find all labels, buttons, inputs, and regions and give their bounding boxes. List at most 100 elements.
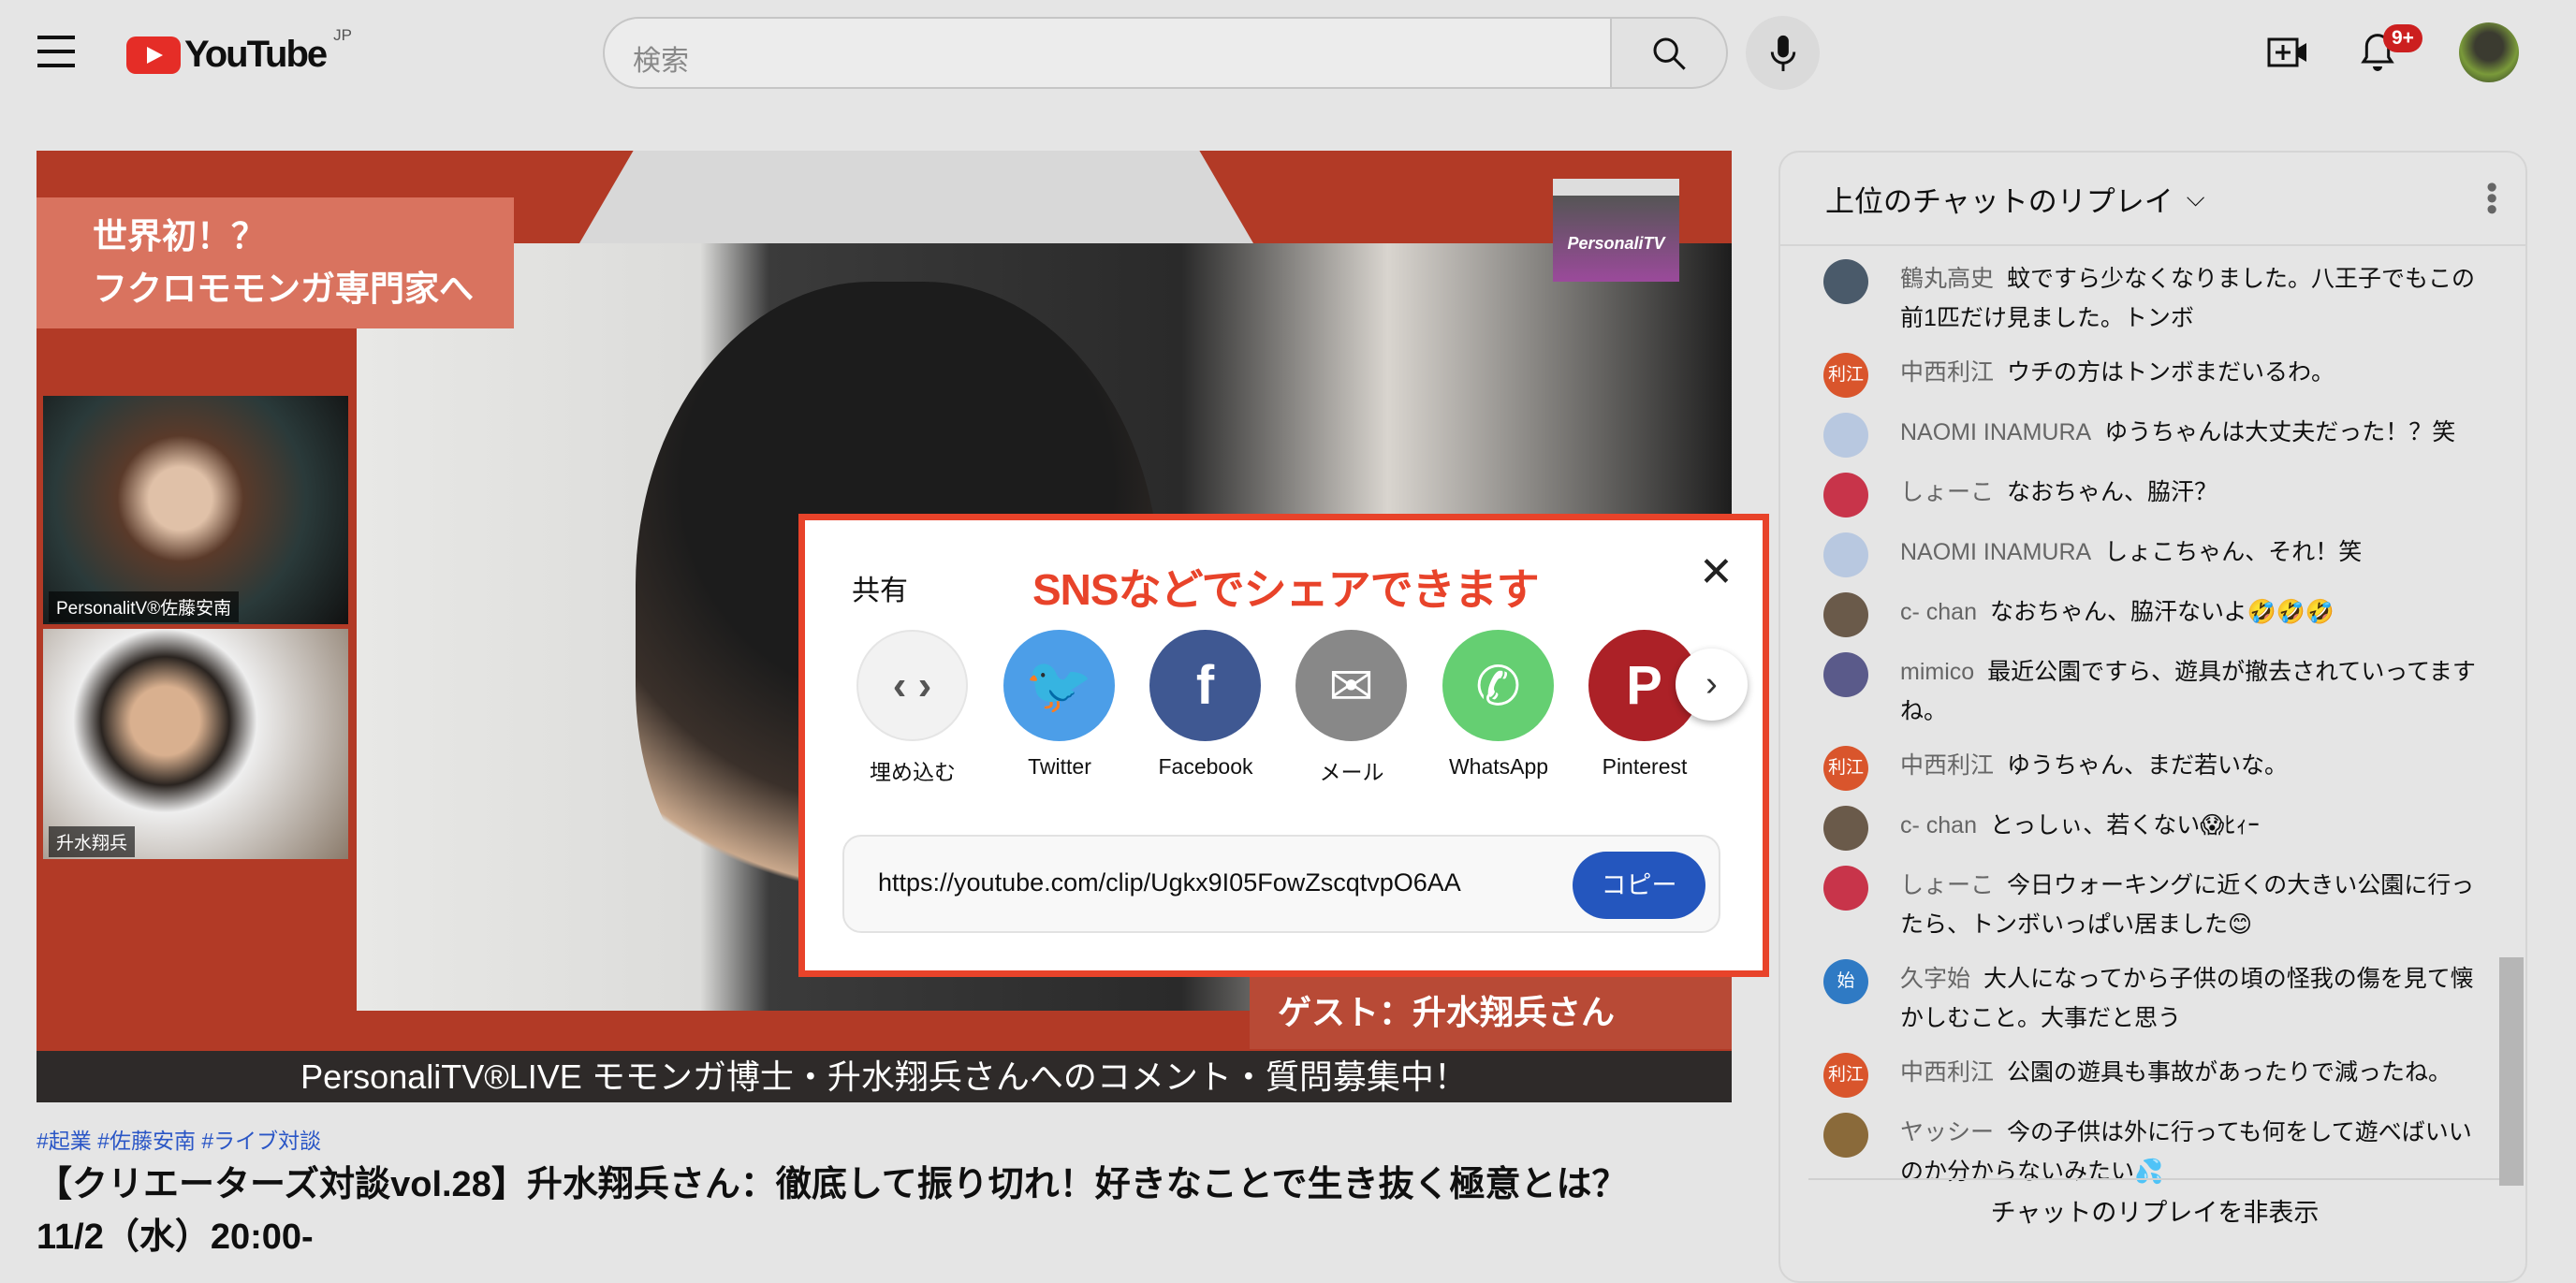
share-target-label[interactable]: Pinterest <box>1570 754 1720 780</box>
search-icon <box>1653 37 1686 70</box>
share-target-label[interactable]: メール <box>1277 754 1427 786</box>
author-name[interactable]: 中西利江 <box>1900 359 1994 386</box>
author-avatar[interactable]: 利江 <box>1823 746 1868 791</box>
channel-logo: PersonaliTV <box>1553 179 1679 282</box>
notification-badge: 9+ <box>2383 24 2422 52</box>
share-url-field[interactable]: https://youtube.com/clip/Ugkx9I05FowZscq… <box>842 835 1720 933</box>
video-background-shape <box>579 151 1253 243</box>
more-options-icon[interactable]: ••• <box>2474 182 2510 215</box>
author-name[interactable]: 中西利江 <box>1900 1059 1994 1086</box>
youtube-logo[interactable]: YouTube JP <box>126 26 352 76</box>
hide-chat-replay-button[interactable]: チャットのリプレイを非表示 <box>1808 1178 2501 1244</box>
chat-message-list: 鶴丸高史 蚊ですら少なくなりました。八王子でもこの前1匹だけ見ました。トンボ 利江中… <box>1780 248 2497 1199</box>
chat-scrollbar[interactable] <box>2499 957 2524 1186</box>
guest-caption: ゲスト：升水翔兵さん <box>1250 974 1732 1049</box>
annotation-text: SNSなどでシェアできます <box>1032 565 1540 614</box>
chevron-right-icon[interactable]: › <box>1676 649 1748 721</box>
facebook-icon[interactable]: f <box>1149 630 1261 741</box>
camera-label: PersonalitV®佐藤安南 <box>49 591 240 622</box>
share-url-text[interactable]: https://youtube.com/clip/Ugkx9I05FowZscq… <box>878 868 1477 897</box>
author-name[interactable]: mimico <box>1900 659 1974 685</box>
author-name[interactable]: c- chan <box>1900 599 1977 625</box>
message-text: なおちゃん、脇汗ないよ🤣🤣🤣 <box>1989 599 2334 625</box>
author-avatar[interactable]: 利江 <box>1823 1053 1868 1098</box>
author-avatar[interactable] <box>1823 592 1868 637</box>
author-name[interactable]: c- chan <box>1900 812 1977 838</box>
chat-replay-panel: 上位のチャットのリプレイ ⌵ ••• 鶴丸高史 蚊ですら少なくなりました。八王子で… <box>1778 151 2527 1283</box>
author-name[interactable]: NAOMI INAMURA <box>1900 419 2091 445</box>
author-avatar[interactable] <box>1823 866 1868 911</box>
overlay-title-line2: フクロモモンガ専門家へ <box>93 270 474 308</box>
chat-message: 鶴丸高史 蚊ですら少なくなりました。八王子でもこの前1匹だけ見ました。トンボ <box>1780 252 2497 345</box>
whatsapp-icon[interactable]: ✆ <box>1442 630 1554 741</box>
overlay-title-line1: 世界初！？ <box>93 217 266 255</box>
message-text: 大人になってから子供の頃の怪我の傷を見て懐かしむこと。大事だと思う <box>1900 966 2474 1031</box>
account-avatar[interactable] <box>2459 22 2519 82</box>
message-text: なおちゃん、脇汗？ <box>2007 479 2218 505</box>
author-name[interactable]: しょーこ <box>1900 479 1994 505</box>
message-text: しょこちゃん、それ！笑 <box>2104 539 2363 565</box>
chat-message: 利江 中西利江 ウチの方はトンボまだいるわ。 <box>1780 345 2497 405</box>
close-icon[interactable]: ✕ <box>1699 548 1734 596</box>
camera-feed-host: PersonalitV®佐藤安南 <box>43 396 348 624</box>
author-name[interactable]: NAOMI INAMURA <box>1900 539 2091 565</box>
chat-message: c- chan とっしぃ、若くない😱ﾋｨｰ <box>1780 798 2497 858</box>
chat-message: しょーこ なおちゃん、脇汗？ <box>1780 465 2497 525</box>
logo-text: YouTube <box>184 34 328 75</box>
chat-message: c- chan なおちゃん、脇汗ないよ🤣🤣🤣 <box>1780 585 2497 645</box>
author-avatar[interactable] <box>1823 1113 1868 1158</box>
create-video-button[interactable] <box>2267 36 2310 69</box>
author-avatar[interactable] <box>1823 652 1868 697</box>
author-avatar[interactable] <box>1823 532 1868 577</box>
copy-button[interactable]: コピー <box>1573 852 1705 919</box>
chevron-down-icon[interactable]: ⌵ <box>2187 183 2205 213</box>
share-title: 共有 <box>852 576 908 606</box>
hashtags[interactable]: #起業 #佐藤安南 #ライブ対談 <box>37 1123 321 1155</box>
chat-message: mimico 最近公園ですら、遊具が撤去されていってますね。 <box>1780 645 2497 738</box>
author-name[interactable]: しょーこ <box>1900 872 1994 898</box>
video-plus-icon <box>2267 37 2306 67</box>
author-name[interactable]: 中西利江 <box>1900 752 1994 779</box>
chat-message: NAOMI INAMURA しょこちゃん、それ！笑 <box>1780 525 2497 585</box>
microphone-icon <box>1770 35 1795 71</box>
chat-message: NAOMI INAMURA ゆうちゃんは大丈夫だった！？笑 <box>1780 405 2497 465</box>
video-title: 【クリエーターズ対談vol.28】升水翔兵さん：徹底して振り切れ！好きなことで生… <box>37 1159 1732 1263</box>
author-avatar[interactable] <box>1823 259 1868 304</box>
share-target-label[interactable]: Facebook <box>1131 754 1281 780</box>
camera-label: 升水翔兵 <box>49 826 136 857</box>
share-target-label[interactable]: 埋め込む <box>838 754 988 786</box>
author-avatar[interactable]: 始 <box>1823 959 1868 1004</box>
menu-icon[interactable] <box>37 36 75 69</box>
video-title-line1: 【クリエーターズ対談vol.28】升水翔兵さん：徹底して振り切れ！好きなことで生… <box>37 1165 1628 1204</box>
region-label: JP <box>333 26 352 44</box>
chat-mode-selector[interactable]: 上位のチャットのリプレイ <box>1825 178 2174 220</box>
author-avatar[interactable]: 利江 <box>1823 353 1868 398</box>
share-target-label[interactable]: Twitter <box>985 754 1134 780</box>
youtube-play-icon <box>126 36 181 74</box>
embed-icon[interactable]: ‹ › <box>856 630 968 741</box>
author-name[interactable]: 鶴丸高史 <box>1900 266 1994 292</box>
author-avatar[interactable] <box>1823 806 1868 851</box>
mail-icon[interactable]: ✉ <box>1295 630 1407 741</box>
chat-message: 始 久字始 大人になってから子供の頃の怪我の傷を見て懐かしむこと。大事だと思う <box>1780 952 2497 1045</box>
chat-message: 利江 中西利江 ゆうちゃん、まだ若いな。 <box>1780 738 2497 798</box>
author-name[interactable]: 久字始 <box>1900 966 1970 992</box>
message-text: ゆうちゃん、まだ若いな。 <box>2007 752 2289 779</box>
search-button[interactable] <box>1610 17 1728 89</box>
share-target-label[interactable]: WhatsApp <box>1424 754 1573 780</box>
author-name[interactable]: ヤッシー <box>1900 1119 1994 1145</box>
author-avatar[interactable] <box>1823 473 1868 518</box>
author-avatar[interactable] <box>1823 413 1868 458</box>
message-text: ゆうちゃんは大丈夫だった！？笑 <box>2104 419 2456 445</box>
chat-message: しょーこ 今日ウォーキングに近くの大きい公園に行ったら、トンボいっぱい居ました😊 <box>1780 858 2497 952</box>
share-dialog: 共有 SNSなどでシェアできます ✕ ‹ › 埋め込む 🐦 Twitter f Faceb… <box>798 514 1769 977</box>
twitter-icon[interactable]: 🐦 <box>1003 630 1115 741</box>
search-input[interactable]: 検索 <box>603 17 1610 89</box>
video-overlay-title: 世界初！？ フクロモモンガ専門家へ <box>37 197 514 328</box>
voice-search-button[interactable] <box>1746 16 1820 90</box>
message-text: とっしぃ、若くない😱ﾋｨｰ <box>1989 812 2260 838</box>
video-title-line2: 11/2（水）20:00- <box>37 1217 314 1257</box>
video-ticker: PersonaliTV®LIVE モモンガ博士・升水翔兵さんへのコメント・質問募… <box>37 1051 1732 1102</box>
message-text: ウチの方はトンボまだいるわ。 <box>2007 359 2335 386</box>
message-text: 公園の遊具も事故があったりで減ったね。 <box>2007 1059 2452 1086</box>
